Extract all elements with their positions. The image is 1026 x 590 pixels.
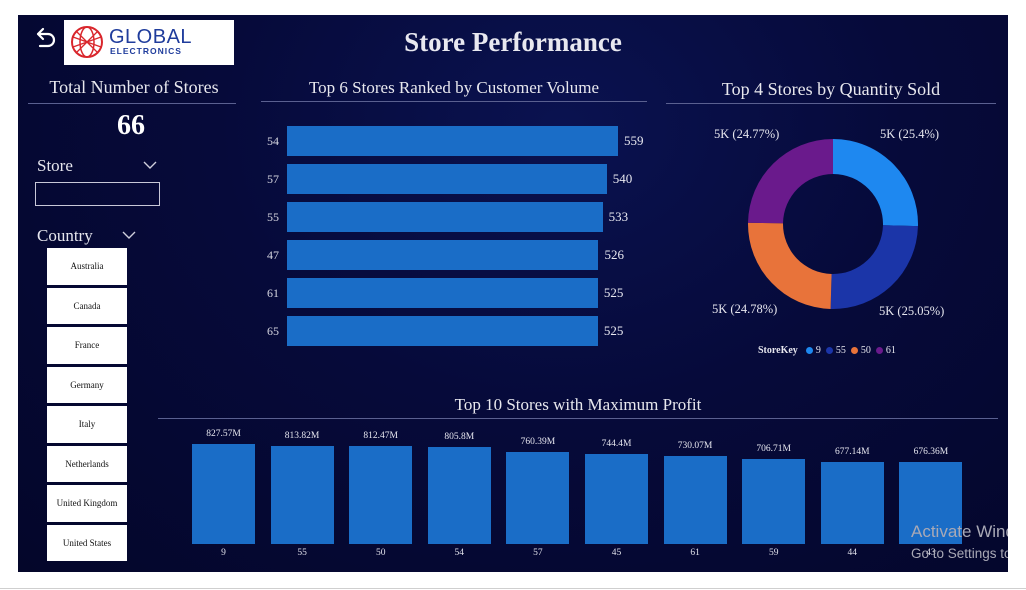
- bar-value-label: 526: [604, 247, 624, 262]
- legend-label-50: 50: [860, 345, 871, 356]
- customer-volume-bar[interactable]: [287, 164, 607, 194]
- chevron-down-icon[interactable]: [143, 160, 157, 170]
- country-item-australia[interactable]: Australia: [47, 248, 127, 285]
- quantity-donut-chart: [748, 139, 918, 309]
- legend-dot-9: [805, 347, 813, 354]
- country-item-netherlands[interactable]: Netherlands: [47, 445, 127, 482]
- profit-bar[interactable]: [663, 455, 727, 544]
- kpi-rule: [28, 103, 236, 104]
- customer-volume-rule: [261, 101, 647, 102]
- bar-value-label: 813.82M: [284, 430, 320, 441]
- bar-value-label: 812.47M: [363, 430, 398, 441]
- bar-value-label: 676.36M: [913, 447, 949, 458]
- bar-category-label: 59: [768, 548, 779, 558]
- legend-label-9: 9: [815, 345, 821, 356]
- bar-category-label: 50: [375, 548, 386, 558]
- profit-rule: [158, 418, 998, 419]
- store-search-input[interactable]: [35, 182, 160, 206]
- profit-bar[interactable]: [820, 462, 884, 544]
- bar-category-label: 57: [533, 548, 543, 558]
- country-item-united-kingdom[interactable]: United Kingdom: [47, 485, 127, 522]
- chevron-down-icon[interactable]: [122, 230, 136, 240]
- donut-legend: StoreKey 9 55 50 61: [758, 345, 896, 356]
- customer-volume-bar[interactable]: [287, 202, 603, 232]
- profit-chart-title: Top 10 Stores with Maximum Profit: [454, 395, 702, 414]
- dashboard-canvas: GLOBAL ELECTRONICS Store Performance Tot…: [18, 15, 1008, 572]
- profit-bar[interactable]: [349, 445, 413, 544]
- bar-category-label: 57: [267, 172, 279, 186]
- bar-category-label: 47: [267, 248, 279, 262]
- bar-value-label: 533: [608, 209, 629, 224]
- donut-data-label: 5K (24.78%): [712, 302, 778, 316]
- bar-value-label: 525: [603, 323, 624, 338]
- bar-value-label: 706.71M: [756, 443, 791, 454]
- customer-volume-bar[interactable]: [287, 278, 598, 308]
- activate-windows-subtitle: Go to Settings to activate Windows.: [911, 546, 1008, 561]
- profit-bar[interactable]: [270, 445, 334, 544]
- customer-volume-bar[interactable]: [287, 240, 599, 270]
- quantity-rule: [666, 103, 996, 104]
- country-item-canada[interactable]: Canada: [47, 287, 127, 324]
- donut-slice-61[interactable]: [748, 139, 833, 224]
- bar-category-label: 54: [267, 134, 279, 148]
- country-slicer-label: Country: [37, 226, 93, 245]
- legend-label-61: 61: [885, 345, 896, 356]
- bar-value-label: 760.39M: [520, 437, 556, 448]
- bar-category-label: 61: [267, 286, 279, 300]
- legend-dot-61: [875, 347, 883, 354]
- legend-label-55: 55: [835, 345, 846, 356]
- bar-value-label: 525: [603, 285, 624, 300]
- bar-category-label: 55: [297, 548, 307, 558]
- bar-category-label: 44: [847, 548, 858, 558]
- kpi-value: 66: [117, 110, 145, 141]
- donut-slice-9[interactable]: [833, 139, 918, 227]
- page-title: Store Performance: [404, 27, 622, 57]
- bar-value-label: 744.4M: [601, 439, 632, 450]
- bar-value-label: 730.07M: [677, 440, 713, 451]
- profit-bar[interactable]: [192, 444, 255, 544]
- bar-category-label: 54: [454, 548, 465, 558]
- quantity-chart-title: Top 4 Stores by Quantity Sold: [721, 79, 941, 99]
- bar-value-label: 827.57M: [206, 429, 241, 439]
- customer-volume-bar[interactable]: [287, 316, 598, 346]
- activate-windows-title: Activate Windows: [911, 522, 1008, 541]
- bar-value-label: 540: [612, 171, 633, 186]
- profit-bar[interactable]: [427, 446, 491, 544]
- bar-category-label: 61: [690, 548, 700, 558]
- profit-bar[interactable]: [742, 458, 806, 544]
- legend-dot-50: [850, 347, 858, 354]
- donut-data-label: 5K (25.05%): [879, 304, 945, 318]
- country-item-germany[interactable]: Germany: [47, 366, 127, 403]
- bar-value-label: 677.14M: [835, 447, 870, 458]
- kpi-label: Total Number of Stores: [49, 77, 219, 97]
- bar-category-label: 9: [221, 548, 226, 558]
- legend-title: StoreKey: [758, 345, 798, 356]
- profit-bar[interactable]: [506, 452, 570, 544]
- bar-category-label: 65: [267, 324, 279, 338]
- bar-value-label: 559: [624, 133, 644, 148]
- bar-category-label: 45: [611, 548, 622, 558]
- country-list: Australia Canada France Germany Italy Ne…: [47, 248, 127, 564]
- profit-bar[interactable]: [585, 454, 648, 544]
- customer-volume-chart-title: Top 6 Stores Ranked by Customer Volume: [308, 78, 599, 97]
- donut-data-label: 5K (24.77%): [714, 127, 780, 141]
- country-item-france[interactable]: France: [47, 327, 127, 364]
- bar-value-label: 805.8M: [444, 431, 475, 442]
- page-bottom-divider: [0, 588, 1026, 589]
- country-item-united-states[interactable]: United States: [47, 524, 127, 561]
- store-slicer-label: Store: [37, 156, 73, 175]
- bar-category-label: 55: [267, 210, 279, 224]
- legend-dot-55: [825, 347, 833, 354]
- customer-volume-bar[interactable]: [287, 126, 618, 156]
- donut-data-label: 5K (25.4%): [880, 127, 940, 141]
- donut-slice-55[interactable]: [830, 225, 918, 309]
- country-item-italy[interactable]: Italy: [47, 406, 127, 443]
- donut-slice-50[interactable]: [748, 222, 832, 309]
